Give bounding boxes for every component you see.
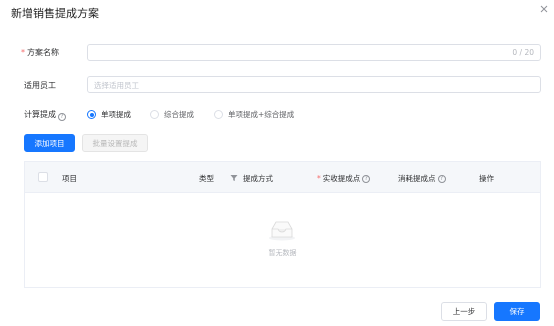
help-icon[interactable]: ? bbox=[437, 174, 446, 183]
dialog-title: 新增销售提成方案 bbox=[11, 7, 99, 20]
radio-label: 单项提成 bbox=[101, 110, 131, 119]
calc-label-text: 计算提成 bbox=[24, 110, 56, 119]
plan-name-input[interactable]: 0 / 20 bbox=[87, 44, 541, 61]
select-all-checkbox[interactable] bbox=[38, 172, 48, 182]
employee-placeholder: 选择适用员工 bbox=[94, 81, 139, 90]
radio-circle bbox=[150, 110, 159, 119]
col-operation: 操作 bbox=[479, 174, 494, 183]
plan-name-label-text: 方案名称 bbox=[27, 48, 59, 57]
radio-label: 单项提成+综合提成 bbox=[228, 110, 295, 119]
add-item-button[interactable]: 添加项目 bbox=[24, 134, 75, 152]
table-header: 项目 类型 提成方式 * 实收提成点? 消耗提成点? 操作 bbox=[25, 162, 540, 193]
col-actual-point-label: 实收提成点 bbox=[322, 174, 361, 183]
radio-combined-commission[interactable]: 综合提成 bbox=[150, 109, 194, 120]
help-icon[interactable]: ? bbox=[58, 113, 66, 121]
required-mark: * bbox=[317, 174, 321, 183]
radio-single-plus-combined[interactable]: 单项提成+综合提成 bbox=[214, 109, 294, 120]
empty-text: 暂无数据 bbox=[268, 249, 297, 257]
radio-label: 综合提成 bbox=[164, 110, 194, 119]
required-mark: * bbox=[21, 48, 25, 57]
radio-single-commission[interactable]: 单项提成 bbox=[87, 109, 131, 120]
batch-set-button[interactable]: 批量设置提成 bbox=[82, 134, 148, 152]
radio-circle bbox=[214, 110, 223, 119]
close-icon[interactable] bbox=[538, 3, 550, 15]
filter-icon[interactable] bbox=[230, 174, 238, 182]
col-type: 类型 bbox=[199, 174, 214, 183]
help-icon[interactable]: ? bbox=[362, 174, 371, 183]
calc-label: 计算提成? bbox=[24, 109, 66, 121]
plan-name-label: * 方案名称 bbox=[21, 47, 59, 58]
char-counter: 0 / 20 bbox=[512, 48, 534, 57]
employee-label: 适用员工 bbox=[24, 81, 56, 90]
commission-table: 项目 类型 提成方式 * 实收提成点? 消耗提成点? 操作 暂无数据 bbox=[24, 161, 541, 288]
save-button[interactable]: 保存 bbox=[494, 302, 540, 321]
col-method: 提成方式 bbox=[243, 174, 273, 183]
col-consume-point: 消耗提成点? bbox=[398, 173, 446, 184]
empty-inbox-icon bbox=[269, 221, 295, 241]
col-actual-point: * 实收提成点? bbox=[317, 173, 371, 184]
employee-select[interactable]: 选择适用员工 bbox=[87, 76, 541, 93]
col-consume-point-label: 消耗提成点 bbox=[398, 174, 436, 183]
prev-step-button[interactable]: 上一步 bbox=[441, 302, 487, 321]
radio-circle bbox=[87, 110, 96, 119]
col-item: 项目 bbox=[62, 174, 77, 183]
